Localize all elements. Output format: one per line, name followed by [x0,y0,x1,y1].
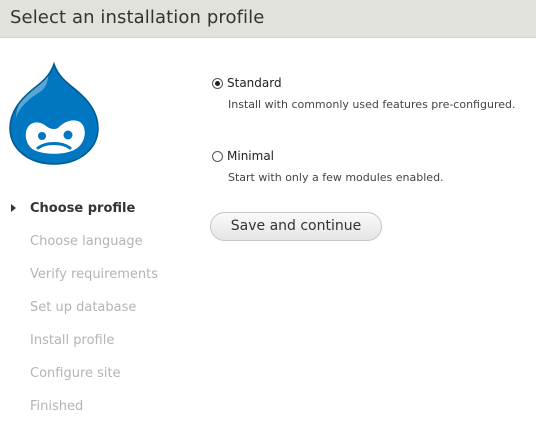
step-choose-language: Choose language [30,233,143,251]
minimal-label[interactable]: Minimal [227,149,274,163]
current-step-arrow-icon [11,204,16,212]
standard-label[interactable]: Standard [227,76,282,90]
step-label: Choose profile [30,201,136,216]
drupal-logo [9,62,99,165]
step-configure-site: Configure site [30,365,121,383]
step-label: Verify requirements [30,267,159,282]
step-finished: Finished [30,398,83,416]
drupal-drop-icon [9,62,99,165]
step-verify-requirements: Verify requirements [30,266,158,284]
step-label: Finished [30,399,84,414]
step-label: Configure site [30,366,121,381]
minimal-radio[interactable] [212,151,223,162]
step-set-up-database: Set up database [30,299,136,317]
step-install-profile: Install profile [30,332,114,350]
page-header: Select an installation profile [0,0,536,38]
step-choose-profile: Choose profile [11,200,136,218]
minimal-description: Start with only a few modules enabled. [228,171,444,184]
save-and-continue-button[interactable]: Save and continue [210,212,382,241]
standard-radio[interactable] [212,78,223,89]
standard-description: Install with commonly used features pre-… [228,98,516,111]
step-label: Install profile [30,333,115,348]
step-label: Set up database [30,300,137,315]
page-title: Select an installation profile [10,7,265,28]
step-label: Choose language [30,234,143,249]
